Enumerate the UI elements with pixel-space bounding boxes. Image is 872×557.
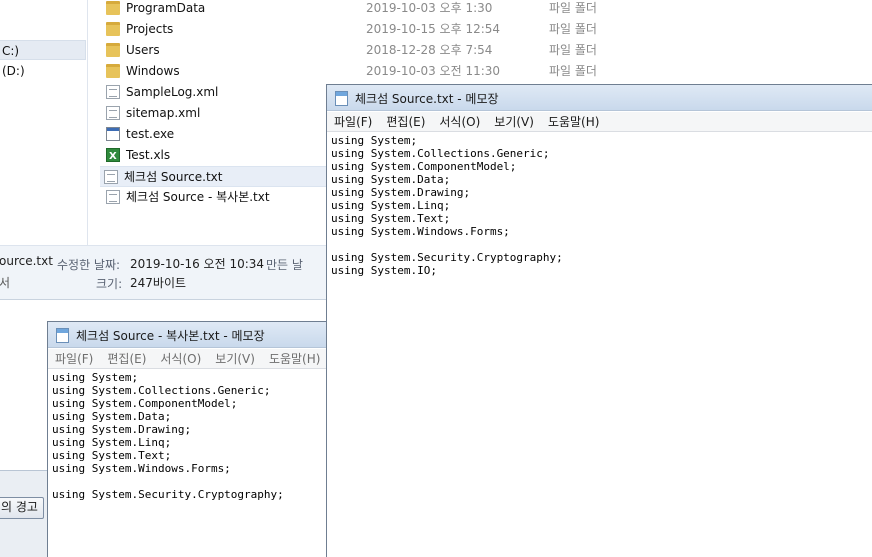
file-date: 2019-10-15 오후 12:54 [366,22,501,36]
notepad-icon [335,91,348,106]
code-line: using System; [331,134,418,147]
code-line: using System.ComponentModel; [331,160,517,173]
window-title: 체크섬 Source - 복사본.txt - 메모장 [76,329,265,343]
xml-file-icon [106,85,120,99]
folder-icon [106,43,120,57]
xml-file-icon [106,106,120,120]
file-date: 2019-10-03 오전 11:30 [366,64,501,78]
notepad-window-source[interactable]: 체크섬 Source.txt - 메모장 파일(F) 편집(E) 서식(O) 보기(V… [326,84,872,557]
code-line: using System.Security.Cryptography; [52,488,284,501]
code-line: using System.Collections.Generic; [52,384,271,397]
file-name: Windows [126,64,180,78]
menu-bar: 파일(F) 편집(E) 서식(O) 보기(V) 도움말(H) [327,112,872,132]
code-line: using System.Drawing; [331,186,471,199]
nav-item-drive-c[interactable]: C:) [0,40,86,60]
file-date: 2018-12-28 오후 7:54 [366,43,493,57]
menu-edit[interactable]: 편집(E) [379,112,432,130]
notepad-icon [56,328,69,343]
code-line: using System.Text; [52,449,172,462]
title-bar[interactable]: 체크섬 Source - 복사본.txt - 메모장 [48,322,328,348]
text-editor-area[interactable]: using System; using System.Collections.G… [50,370,326,557]
code-line: using System.Security.Cryptography; [331,251,563,264]
excel-file-icon [106,146,120,167]
code-line: using System.Windows.Forms; [52,462,231,475]
desktop-area [0,300,326,321]
code-line: using System.ComponentModel; [52,397,238,410]
file-date: 2019-10-03 오후 1:30 [366,1,493,15]
text-file-icon [104,170,118,184]
created-label: 만든 날 [266,258,303,272]
menu-view[interactable]: 보기(V) [208,349,262,367]
file-row-programdata[interactable]: ProgramData 2019-10-03 오후 1:30 파일 폴더 [102,0,872,19]
exe-file-icon [106,127,120,141]
file-name: 체크섬 Source.txt [124,170,223,184]
code-line: using System.Linq; [52,436,172,449]
code-line: using System.Windows.Forms; [331,225,510,238]
file-row-windows[interactable]: Windows 2019-10-03 오전 11:30 파일 폴더 [102,61,872,82]
code-line: using System.Text; [331,212,451,225]
menu-format[interactable]: 서식(O) [432,112,487,130]
warning-button[interactable]: 의 경고 [0,497,44,519]
window-title: 체크섬 Source.txt - 메모장 [355,92,499,106]
folder-icon [106,64,120,78]
selected-file-name: ource.txt [0,254,53,268]
code-line: using System.IO; [331,264,437,277]
desktop-area [0,321,47,470]
file-name: Users [126,43,160,57]
code-line: using System.Linq; [331,199,451,212]
file-type: 파일 폴더 [549,43,597,57]
file-row-projects[interactable]: Projects 2019-10-15 오후 12:54 파일 폴더 [102,19,872,40]
code-line: using System.Data; [52,410,172,423]
navigation-pane: C:) (D:) [0,0,88,245]
dialog-window-fragment: 의 경고 [0,470,47,557]
file-type: 파일 폴더 [549,22,597,36]
code-line: using System.Data; [331,173,451,186]
modified-label: 수정한 날짜: [57,258,121,272]
nav-item-drive-d[interactable]: (D:) [0,61,86,81]
file-name: SampleLog.xml [126,85,219,99]
menu-file[interactable]: 파일(F) [327,112,379,130]
code-line: using System.Collections.Generic; [331,147,550,160]
code-line: using System.Drawing; [52,423,192,436]
file-name: sitemap.xml [126,106,201,120]
size-value: 247바이트 [130,276,187,290]
menu-help[interactable]: 도움말(H) [262,349,328,367]
file-row-users[interactable]: Users 2018-12-28 오후 7:54 파일 폴더 [102,40,872,61]
file-type: 파일 폴더 [549,64,597,78]
text-file-icon [106,190,120,204]
file-row-checksum-source[interactable]: 체크섬 Source.txt [100,166,330,187]
file-name: ProgramData [126,1,206,15]
file-name: 체크섬 Source - 복사본.txt [126,190,270,204]
folder-icon [106,22,120,36]
modified-value: 2019-10-16 오전 10:34 [130,257,265,271]
file-name: Projects [126,22,174,36]
selected-file-kind: 서 [0,276,11,290]
menu-format[interactable]: 서식(O) [153,349,208,367]
menu-view[interactable]: 보기(V) [487,112,541,130]
file-type: 파일 폴더 [549,1,597,15]
code-line: using System; [52,371,139,384]
text-editor-area[interactable]: using System; using System.Collections.G… [329,133,870,557]
notepad-window-copy[interactable]: 체크섬 Source - 복사본.txt - 메모장 파일(F) 편집(E) 서식(… [47,321,329,557]
file-name: test.exe [126,127,175,141]
file-name: Test.xls [126,148,171,162]
menu-file[interactable]: 파일(F) [48,349,100,367]
menu-bar: 파일(F) 편집(E) 서식(O) 보기(V) 도움말(H) [48,349,328,369]
menu-edit[interactable]: 편집(E) [100,349,153,367]
menu-help[interactable]: 도움말(H) [541,112,607,130]
folder-icon [106,1,120,15]
title-bar[interactable]: 체크섬 Source.txt - 메모장 [327,85,872,111]
size-label: 크기: [96,277,123,291]
